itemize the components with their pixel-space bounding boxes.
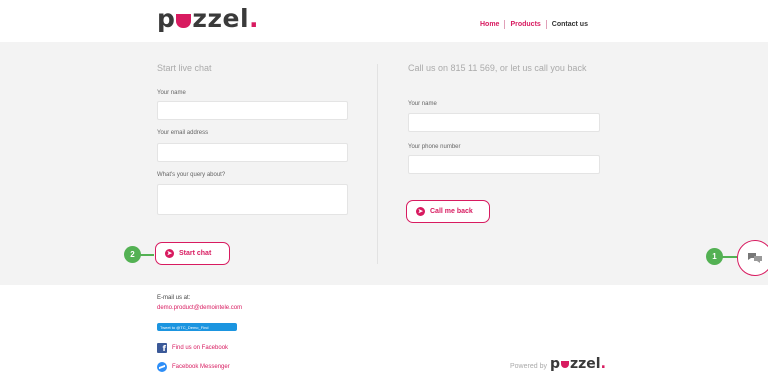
arrow-right-icon: ➤ [416, 207, 425, 216]
chat-name-label: Your name [157, 90, 186, 96]
callback-name-label: Your name [408, 101, 437, 107]
chat-bubbles-icon [748, 253, 762, 263]
facebook-icon: f [157, 343, 167, 353]
callback-name-input[interactable] [408, 113, 600, 132]
email-us-label: E-mail us at: [157, 295, 191, 301]
chat-query-textarea[interactable] [157, 184, 348, 215]
chat-query-label: What's your query about? [157, 172, 226, 178]
chat-form-title: Start live chat [157, 63, 212, 73]
annotation-badge-1: 1 [706, 248, 723, 265]
callback-phone-label: Your phone number [408, 144, 461, 150]
chat-launcher-button[interactable] [737, 240, 768, 276]
puzzel-logo[interactable]: p zzel. [157, 4, 259, 33]
chat-name-input[interactable] [157, 101, 348, 120]
facebook-link[interactable]: Find us on Facebook [172, 345, 228, 351]
nav-home[interactable]: Home [475, 20, 504, 29]
nav-products[interactable]: Products [504, 20, 545, 29]
annotation-badge-2: 2 [124, 246, 141, 263]
arrow-right-icon: ➤ [165, 249, 174, 258]
annotation-connector-1 [722, 256, 737, 258]
callback-form-title: Call us on 815 11 569, or let us call yo… [408, 63, 587, 73]
chat-email-input[interactable] [157, 143, 348, 162]
tweet-button[interactable]: Tweet to @TC_Demo_Find [157, 323, 237, 331]
tweet-label: Tweet to @TC_Demo_Find [160, 324, 209, 330]
top-nav: Home Products Contact us [475, 20, 593, 29]
powered-by: Powered by p zzel. [510, 356, 606, 372]
call-me-back-label: Call me back [430, 208, 473, 215]
column-divider [377, 64, 378, 264]
header: p zzel. Home Products Contact us [0, 0, 768, 42]
chat-email-label: Your email address [157, 130, 209, 136]
start-chat-label: Start chat [179, 250, 212, 257]
start-chat-button[interactable]: ➤ Start chat [155, 242, 230, 265]
nav-contact[interactable]: Contact us [545, 20, 593, 29]
email-link[interactable]: demo.product@demointele.com [157, 305, 242, 311]
contact-panel [0, 42, 768, 285]
puzzel-footer-logo: p zzel. [549, 356, 606, 372]
annotation-connector-2 [140, 254, 154, 256]
call-me-back-button[interactable]: ➤ Call me back [406, 200, 490, 223]
messenger-icon [157, 362, 167, 372]
messenger-link[interactable]: Facebook Messenger [172, 364, 230, 370]
powered-by-label: Powered by [510, 363, 547, 370]
callback-phone-input[interactable] [408, 155, 600, 174]
